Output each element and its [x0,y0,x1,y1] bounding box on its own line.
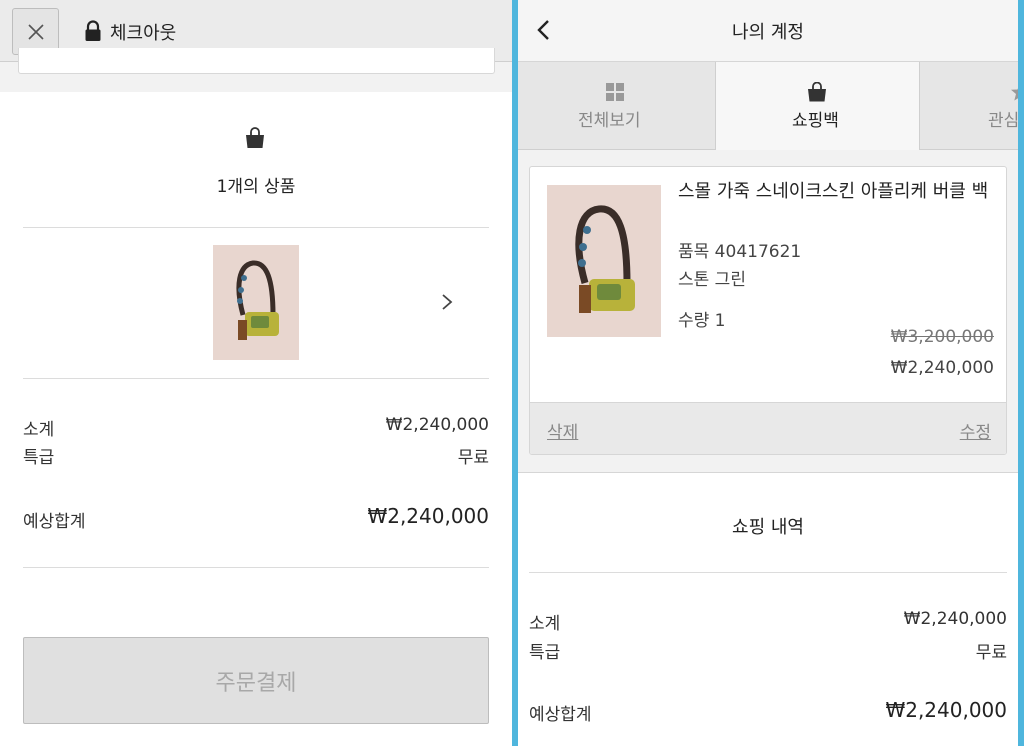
checkout-pane: 체크아웃 1개의 상품 소계 ₩2,240,000 특급 무료 예상합계 ₩2,… [0,0,512,746]
shopping-history-card: 쇼핑 내역 소계 ₩2,240,000 특급 무료 예상합계 ₩2,240,00… [518,472,1018,746]
checkout-title: 체크아웃 [110,23,177,44]
product-thumbnail[interactable] [213,245,299,360]
estimated-total-value: ₩2,240,000 [367,504,489,528]
delete-link[interactable]: 삭제 [547,418,578,443]
shopping-bag-icon [246,127,264,148]
account-pane: 나의 계정 전체보기 쇼핑백 관심 스몰 가죽 스네이크스킨 아플리케 버클 백… [518,0,1018,746]
divider [23,378,489,379]
shipping-label: 특급 [23,448,55,468]
shopping-history-title: 쇼핑 내역 [732,517,804,538]
tab-shopping-bag[interactable]: 쇼핑백 [715,62,920,150]
shipping-label: 특급 [529,643,561,663]
subtotal-label: 소계 [529,614,561,634]
edit-link[interactable]: 수정 [960,418,991,443]
bag-image [547,185,661,337]
subtotal-value: ₩2,240,000 [385,415,489,435]
bag-item-card: 스몰 가죽 스네이크스킨 아플리케 버클 백 품목 40417621 스톤 그린… [529,166,1007,455]
bag-image [213,245,299,360]
shipping-value: 무료 [457,448,489,468]
subtotal-label: 소계 [23,420,55,440]
original-price: ₩3,200,000 [890,327,994,347]
product-item-number: 품목 40417621 [678,242,802,262]
divider [23,227,489,228]
account-header: 나의 계정 [518,0,1018,62]
product-color: 스톤 그린 [678,270,746,290]
tab-label: 쇼핑백 [792,111,839,131]
divider [529,572,1007,573]
sale-price: ₩2,240,000 [890,358,994,378]
chevron-right-icon[interactable] [440,292,454,312]
account-tabs: 전체보기 쇼핑백 관심 [518,62,1018,150]
divider [23,567,489,568]
items-count: 1개의 상품 [216,177,296,197]
place-order-button[interactable]: 주문결제 [23,637,489,724]
previous-section-card [18,48,495,74]
subtotal-value: ₩2,240,000 [903,609,1007,629]
account-title: 나의 계정 [732,22,804,43]
tab-label: 전체보기 [578,111,641,131]
item-actions: 삭제 수정 [530,402,1006,454]
product-name[interactable]: 스몰 가죽 스네이크스킨 아플리케 버클 백 [678,177,996,206]
tab-view-all[interactable]: 전체보기 [518,62,715,150]
estimated-total-label: 예상합계 [529,705,592,725]
lock-icon [85,20,101,41]
close-icon [27,23,44,40]
estimated-total-label: 예상합계 [23,512,86,532]
shipping-value: 무료 [975,643,1007,663]
estimated-total-value: ₩2,240,000 [885,698,1007,722]
tab-label: 관심 [988,111,1018,131]
star-icon [1011,88,1018,101]
grid-icon [606,83,624,101]
bag-icon [808,82,826,102]
tab-wishlist[interactable]: 관심 [920,62,1018,150]
product-image[interactable] [547,185,661,337]
product-quantity: 수량 1 [678,311,726,331]
